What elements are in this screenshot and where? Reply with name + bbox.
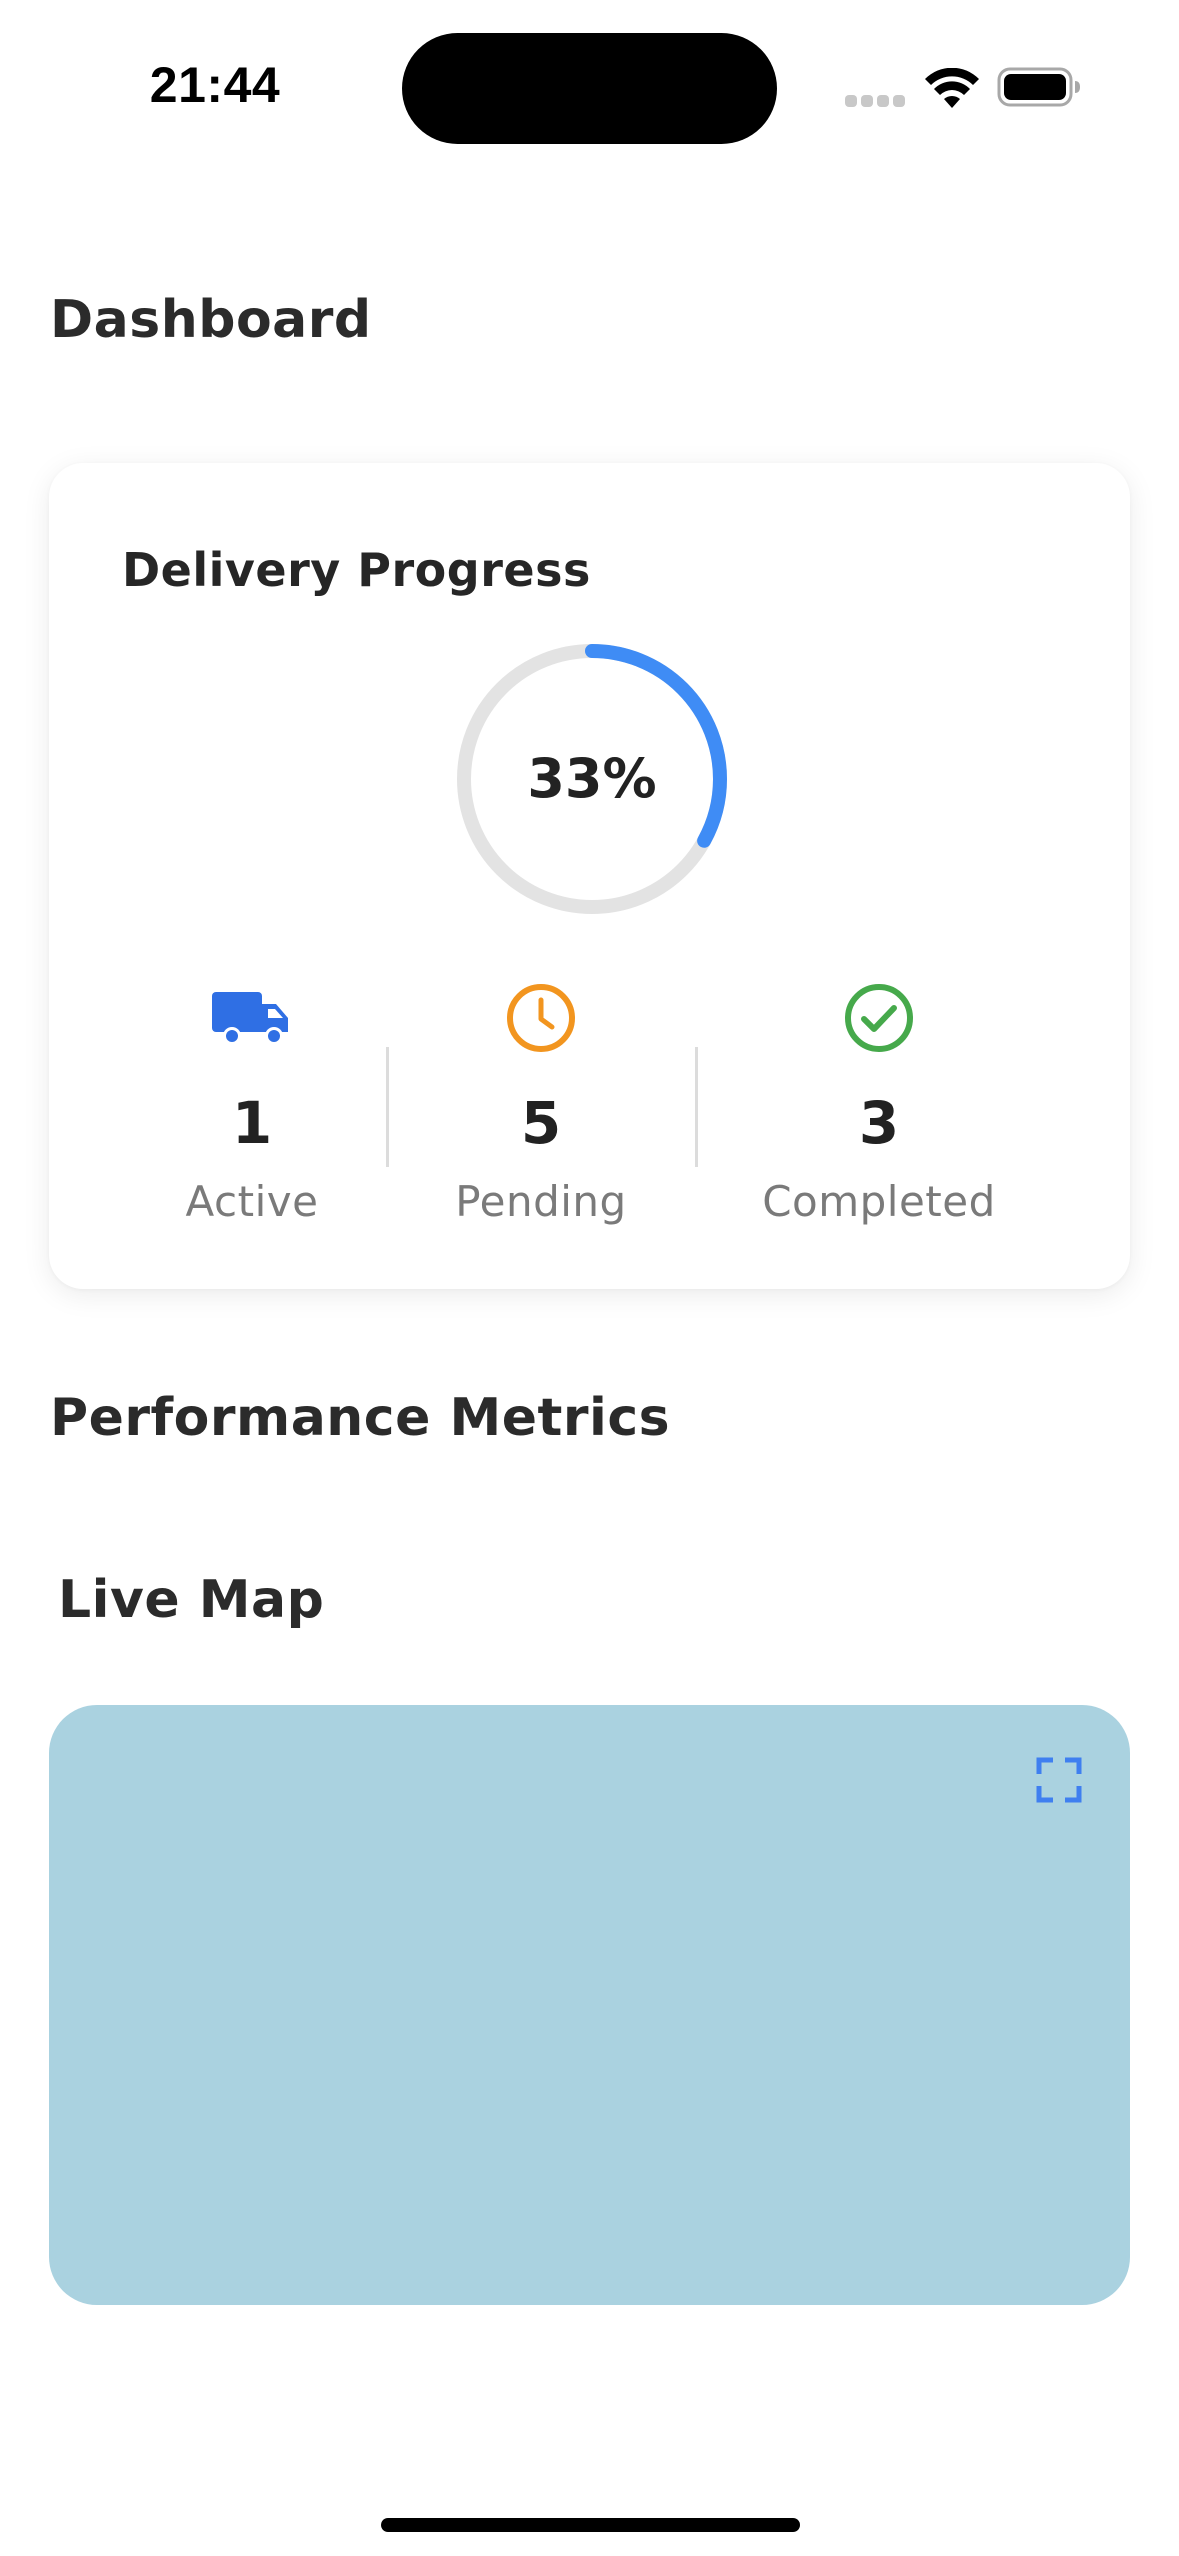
stat-pending: 5 Pending	[391, 978, 691, 1248]
progress-percent-label: 33%	[527, 747, 657, 810]
stat-label: Active	[185, 1177, 319, 1226]
stat-active: 1 Active	[102, 978, 402, 1248]
stat-value: 1	[231, 1089, 273, 1157]
stat-divider	[695, 1047, 698, 1167]
stat-divider	[386, 1047, 389, 1167]
status-time: 21:44	[149, 57, 281, 113]
clock-icon	[507, 984, 575, 1052]
stat-label: Completed	[762, 1177, 996, 1226]
status-bar: 21:44	[0, 0, 1179, 160]
stat-label: Pending	[455, 1177, 627, 1226]
truck-icon	[212, 992, 288, 1045]
expand-icon[interactable]	[1029, 1750, 1089, 1810]
stat-value: 5	[520, 1089, 562, 1157]
card-title: Delivery Progress	[122, 543, 591, 597]
live-map[interactable]	[49, 1705, 1130, 2305]
stat-value: 3	[858, 1089, 900, 1157]
live-map-title: Live Map	[58, 1570, 325, 1630]
wifi-icon	[925, 68, 979, 108]
dynamic-island	[402, 33, 777, 144]
delivery-progress-card: Delivery Progress 33% 1 Active 5 Pending	[49, 463, 1130, 1289]
check-circle-icon	[845, 984, 913, 1052]
page-title: Dashboard	[50, 290, 372, 350]
cellular-signal-icon	[845, 95, 907, 107]
home-indicator[interactable]	[381, 2518, 800, 2532]
performance-metrics-title: Performance Metrics	[50, 1388, 671, 1448]
battery-icon	[997, 67, 1080, 107]
stat-completed: 3 Completed	[729, 978, 1029, 1248]
